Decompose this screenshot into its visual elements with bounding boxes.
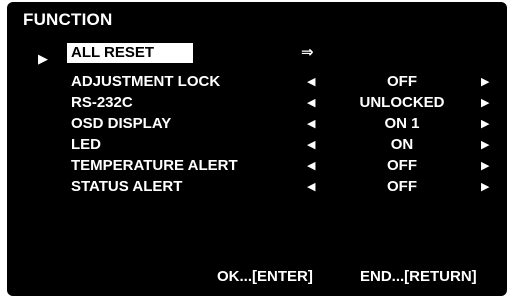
menu-item-label: OSD DISPLAY — [71, 115, 172, 132]
left-arrow-icon[interactable]: ◀ — [307, 156, 315, 176]
right-arrow-icon[interactable]: ▶ — [481, 177, 489, 197]
right-arrow-icon[interactable]: ▶ — [481, 72, 489, 92]
right-arrow-icon[interactable]: ▶ — [481, 156, 489, 176]
menu-item-value: OFF — [387, 178, 417, 195]
menu-item-temperature-alert[interactable]: TEMPERATURE ALERT ◀ OFF ▶ — [7, 156, 507, 176]
left-arrow-icon[interactable]: ◀ — [307, 135, 315, 155]
menu-item-value: OFF — [387, 157, 417, 174]
menu-item-value: UNLOCKED — [359, 94, 445, 111]
osd-menu-panel: FUNCTION ▶ ALL RESET ⇒ ADJUSTMENT LOCK ◀… — [7, 2, 507, 296]
menu-item-rs232c[interactable]: RS-232C ◀ UNLOCKED ▶ — [7, 93, 507, 113]
menu-item-value: OFF — [387, 73, 417, 90]
menu-item-label: ADJUSTMENT LOCK — [71, 73, 221, 90]
menu-title: FUNCTION — [23, 10, 113, 29]
right-arrow-icon[interactable]: ▶ — [481, 114, 489, 134]
left-arrow-icon[interactable]: ◀ — [307, 114, 315, 134]
menu-item-status-alert[interactable]: STATUS ALERT ◀ OFF ▶ — [7, 177, 507, 197]
right-arrow-icon[interactable]: ▶ — [481, 93, 489, 113]
menu-item-led[interactable]: LED ◀ ON ▶ — [7, 135, 507, 155]
execute-arrow-icon[interactable]: ⇒ — [301, 43, 314, 63]
menu-item-label: ALL RESET — [67, 43, 193, 63]
left-arrow-icon[interactable]: ◀ — [307, 72, 315, 92]
right-arrow-icon[interactable]: ▶ — [481, 135, 489, 155]
menu-item-label: RS-232C — [71, 94, 133, 111]
menu-item-value: ON — [390, 136, 414, 153]
menu-item-all-reset[interactable]: ALL RESET ⇒ — [7, 43, 507, 63]
menu-item-adjustment-lock[interactable]: ADJUSTMENT LOCK ◀ OFF ▶ — [7, 72, 507, 92]
menu-item-label: LED — [71, 136, 101, 153]
menu-item-osd-display[interactable]: OSD DISPLAY ◀ ON 1 ▶ — [7, 114, 507, 134]
menu-item-label: TEMPERATURE ALERT — [71, 157, 238, 174]
ok-enter-hint: OK...[ENTER] — [217, 268, 313, 285]
menu-item-value: ON 1 — [384, 115, 420, 132]
left-arrow-icon[interactable]: ◀ — [307, 93, 315, 113]
menu-item-label: STATUS ALERT — [71, 178, 183, 195]
left-arrow-icon[interactable]: ◀ — [307, 177, 315, 197]
end-return-hint: END...[RETURN] — [360, 268, 477, 285]
